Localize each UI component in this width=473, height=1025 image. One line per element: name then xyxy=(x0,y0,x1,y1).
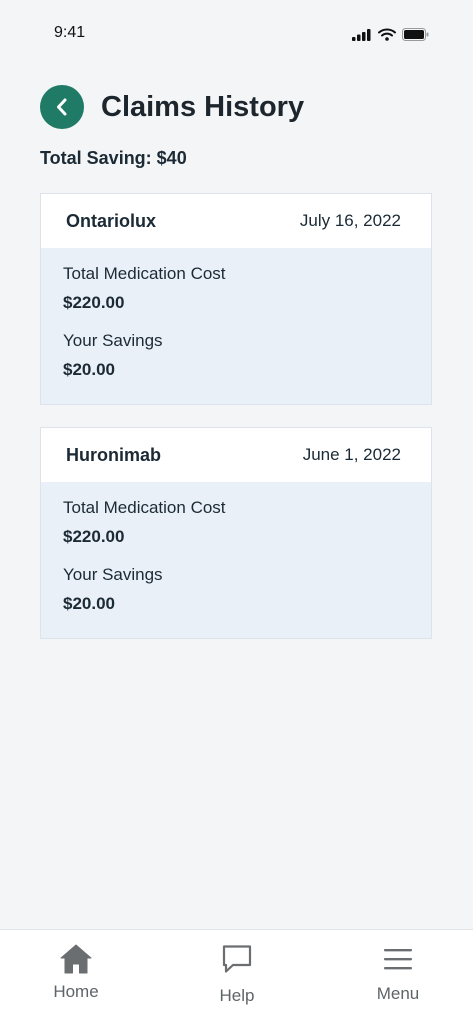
claim-medication-name: Ontariolux xyxy=(66,210,157,231)
nav-label-help: Help xyxy=(219,986,255,1005)
nav-item-help[interactable]: Help xyxy=(187,944,287,1006)
total-medication-cost-value: $220.00 xyxy=(63,527,125,546)
claim-card-header: Ontariolux July 16, 2022 xyxy=(41,194,431,248)
total-medication-cost-label: Total Medication Cost xyxy=(63,498,226,517)
status-time: 9:41 xyxy=(54,24,86,41)
claim-card[interactable]: Huronimab June 1, 2022 Total Medication … xyxy=(40,427,432,639)
nav-label-home: Home xyxy=(53,982,99,1001)
status-bar: 9:41 xyxy=(0,0,473,60)
page-header: Claims History xyxy=(40,84,433,130)
your-savings-value: $20.00 xyxy=(63,360,115,379)
back-button[interactable] xyxy=(40,85,84,129)
claim-medication-name: Huronimab xyxy=(66,444,162,465)
hamburger-menu-icon xyxy=(384,949,412,970)
claim-card-body: Total Medication Cost $220.00 Your Savin… xyxy=(41,248,431,404)
nav-item-home[interactable]: Home xyxy=(26,944,126,1002)
status-icons xyxy=(352,28,429,41)
wifi-icon xyxy=(378,28,396,41)
claims-list: Ontariolux July 16, 2022 Total Medicatio… xyxy=(40,193,432,661)
your-savings-label: Your Savings xyxy=(63,565,163,584)
chevron-left-icon xyxy=(57,98,67,116)
total-medication-cost-value: $220.00 xyxy=(63,293,125,312)
page-title: Claims History xyxy=(101,90,305,123)
total-medication-cost-label: Total Medication Cost xyxy=(63,264,226,283)
total-saving: Total Saving: $40 xyxy=(40,148,187,168)
nav-item-menu[interactable]: Menu xyxy=(348,944,448,1004)
bottom-nav: Home Help Menu xyxy=(0,929,473,1025)
your-savings-label: Your Savings xyxy=(63,331,163,350)
claim-date: July 16, 2022 xyxy=(299,211,401,230)
battery-icon xyxy=(402,28,429,41)
your-savings-value: $20.00 xyxy=(63,594,115,613)
claim-card-header: Huronimab June 1, 2022 xyxy=(41,428,431,482)
home-icon xyxy=(60,944,92,974)
claim-date: June 1, 2022 xyxy=(302,445,401,464)
chat-bubble-icon xyxy=(222,945,252,973)
claim-card[interactable]: Ontariolux July 16, 2022 Total Medicatio… xyxy=(40,193,432,405)
claim-card-body: Total Medication Cost $220.00 Your Savin… xyxy=(41,482,431,638)
nav-label-menu: Menu xyxy=(376,984,420,1003)
cellular-signal-icon xyxy=(352,28,371,41)
